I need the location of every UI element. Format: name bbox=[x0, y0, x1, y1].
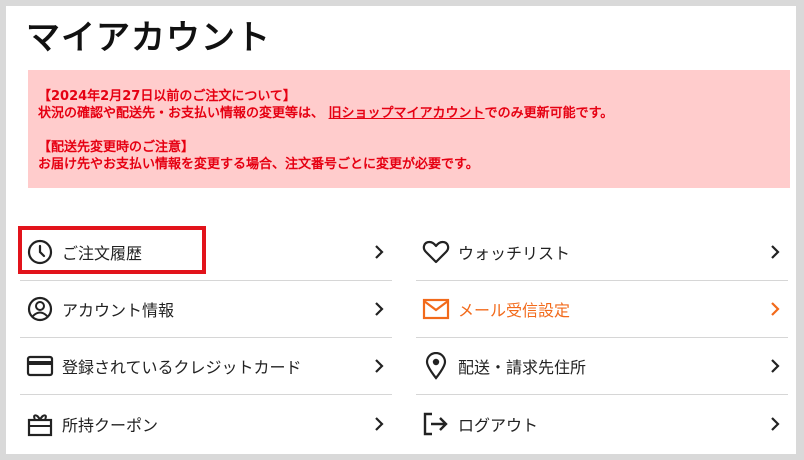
menu-item-account-info[interactable]: アカウント情報 bbox=[20, 281, 392, 338]
notice-heading-shipping: 【配送先変更時のご注意】 bbox=[38, 140, 195, 155]
menu-item-label: ご注文履歴 bbox=[62, 244, 143, 263]
menu-item-credit-cards[interactable]: 登録されているクレジットカード bbox=[20, 338, 392, 395]
menu-item-logout[interactable]: ログアウト bbox=[416, 395, 788, 452]
menu-item-watchlist[interactable]: ウォッチリスト bbox=[416, 224, 788, 281]
notice-orders-text: 状況の確認や配送先・お支払い情報の変更等は、 旧ショップマイアカウントでのみ更新… bbox=[38, 105, 790, 122]
chevron-right-icon bbox=[375, 302, 384, 316]
menu-item-label: アカウント情報 bbox=[62, 301, 175, 320]
menu-left-column: ご注文履歴 アカウント情報 登録されているクレジットカード 所持クーポン bbox=[20, 224, 392, 452]
menu-item-mail-settings[interactable]: メール受信設定 bbox=[416, 281, 788, 338]
chevron-right-icon bbox=[375, 245, 384, 259]
gift-coupon-icon bbox=[26, 410, 54, 438]
menu-item-coupons[interactable]: 所持クーポン bbox=[20, 395, 392, 452]
notice-heading-orders: 【2024年2月27日以前のご注文について】 bbox=[38, 89, 296, 104]
clock-icon bbox=[26, 238, 54, 266]
page-title: マイアカウント bbox=[26, 18, 271, 58]
menu-item-label: ログアウト bbox=[458, 415, 539, 435]
notice-orders-prefix: 状況の確認や配送先・お支払い情報の変更等は、 bbox=[38, 106, 325, 121]
menu-item-label: 配送・請求先住所 bbox=[458, 358, 587, 377]
chevron-right-icon bbox=[771, 416, 780, 431]
credit-card-icon bbox=[26, 352, 54, 380]
notice-banner: 【2024年2月27日以前のご注文について】 状況の確認や配送先・お支払い情報の… bbox=[28, 70, 790, 188]
heart-icon bbox=[422, 238, 450, 266]
menu-item-order-history[interactable]: ご注文履歴 bbox=[20, 224, 392, 281]
chevron-right-icon bbox=[771, 302, 780, 316]
menu-item-label: ウォッチリスト bbox=[458, 244, 571, 263]
logout-icon bbox=[422, 410, 450, 438]
menu-item-label: メール受信設定 bbox=[458, 301, 571, 320]
notice-shipping-text: お届け先やお支払い情報を変更する場合、注文番号ごとに変更が必要です。 bbox=[38, 157, 479, 172]
chevron-right-icon bbox=[375, 359, 384, 373]
notice-orders-suffix: でのみ更新可能です。 bbox=[484, 106, 614, 121]
menu-right-column: ウォッチリスト メール受信設定 配送・請求先住所 ログアウト bbox=[416, 224, 788, 452]
menu-item-label: 所持クーポン bbox=[62, 415, 159, 435]
account-page: マイアカウント 【2024年2月27日以前のご注文について】 状況の確認や配送先… bbox=[6, 6, 796, 454]
chevron-right-icon bbox=[771, 245, 780, 259]
menu-item-label: 登録されているクレジットカード bbox=[62, 358, 302, 377]
menu-item-addresses[interactable]: 配送・請求先住所 bbox=[416, 338, 788, 395]
location-pin-icon bbox=[422, 352, 450, 380]
mail-icon bbox=[422, 295, 450, 323]
user-circle-icon bbox=[26, 295, 54, 323]
old-shop-account-link[interactable]: 旧ショップマイアカウント bbox=[329, 106, 485, 121]
chevron-right-icon bbox=[375, 416, 384, 431]
chevron-right-icon bbox=[771, 359, 780, 373]
